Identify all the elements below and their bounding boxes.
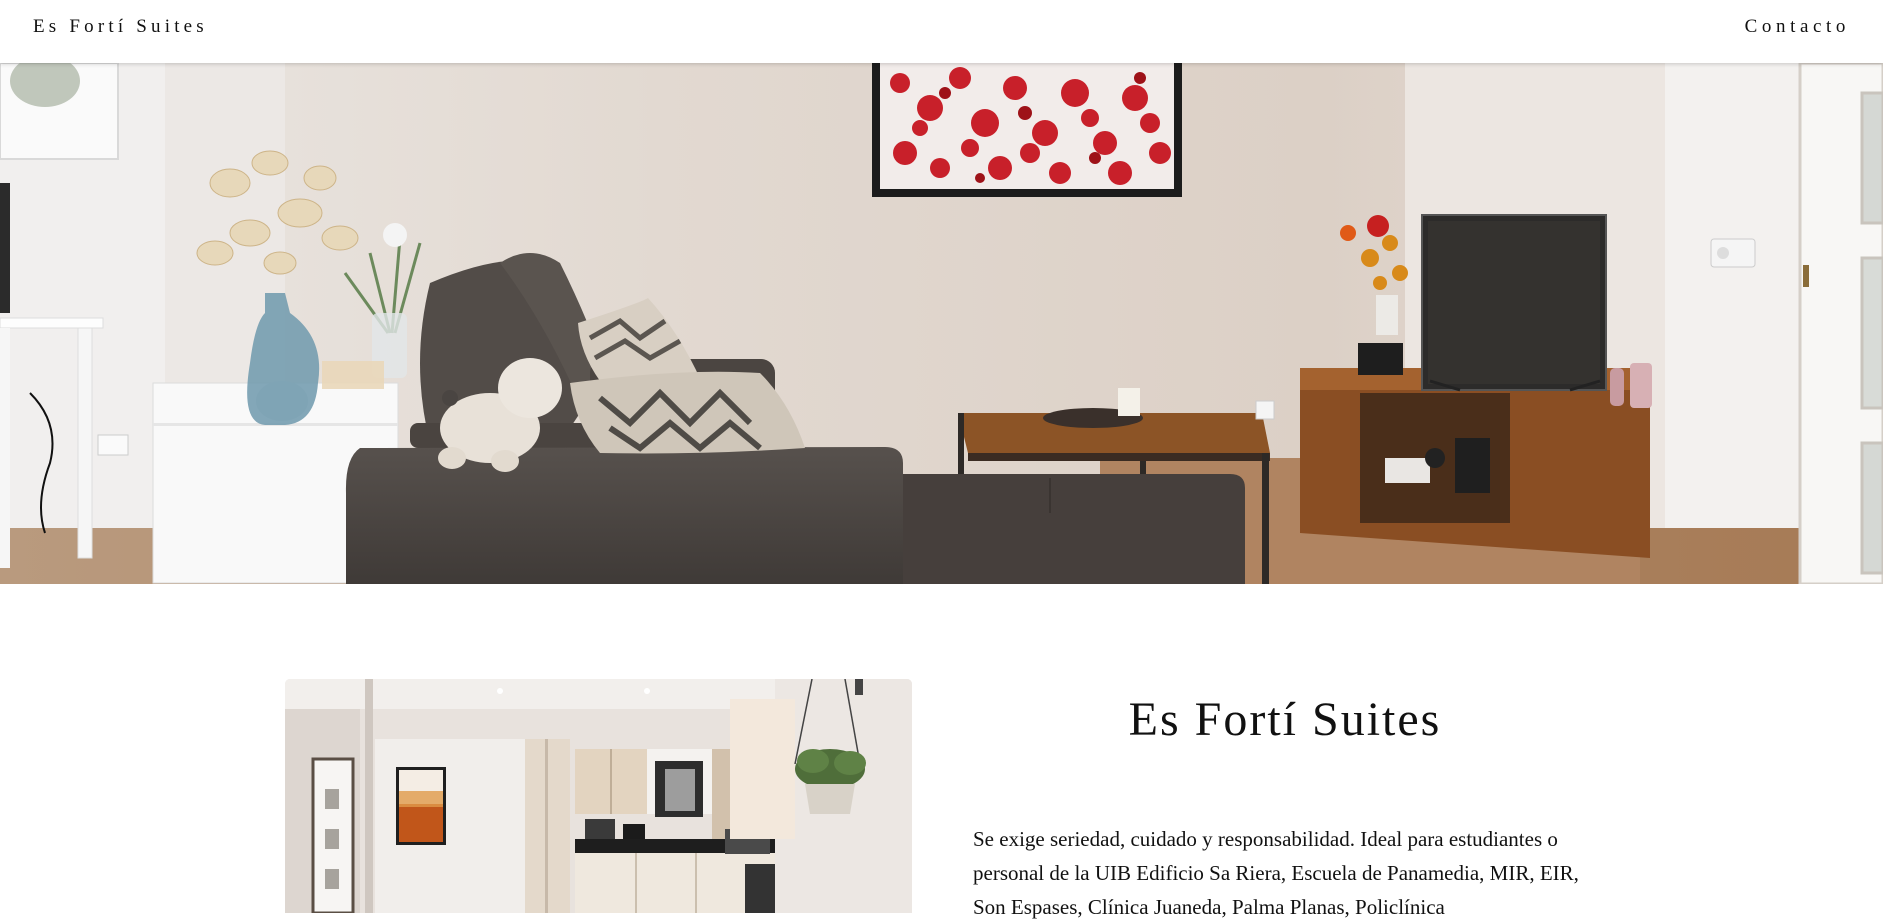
kitchen-photo (285, 679, 912, 913)
kitchen-illustration (285, 679, 912, 913)
hero-living-room-illustration (0, 63, 1883, 584)
site-title-link[interactable]: Es Fortí Suites (33, 16, 208, 38)
site-header: Es Fortí Suites Contacto (0, 0, 1883, 63)
section-heading: Es Fortí Suites (1128, 693, 1442, 746)
nav-contact-link[interactable]: Contacto (1745, 16, 1850, 38)
hero-image (0, 63, 1883, 584)
section-description: Se exige seriedad, cuidado y responsabil… (973, 827, 1579, 919)
